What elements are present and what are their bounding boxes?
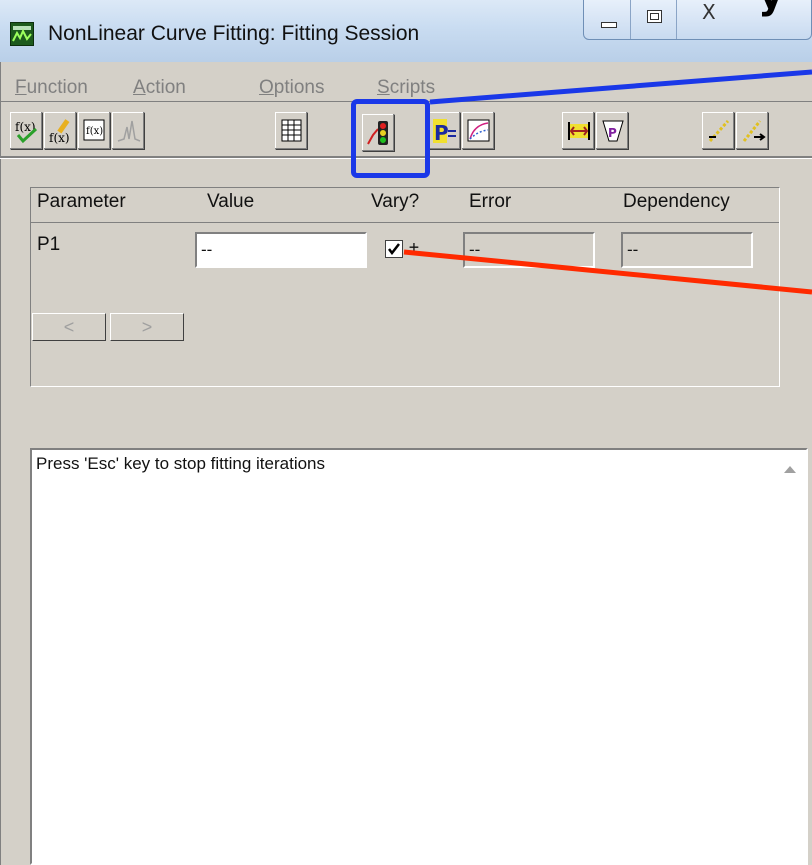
- svg-text:f(x): f(x): [86, 126, 103, 137]
- param-error-field: --: [463, 232, 595, 268]
- weight-button[interactable]: P: [596, 112, 629, 150]
- menu-options-accel: O: [259, 77, 274, 98]
- svg-text:P: P: [434, 121, 449, 145]
- fit-until-converge-icon: [742, 120, 766, 142]
- vary-checkbox[interactable]: [385, 240, 403, 258]
- svg-text:P: P: [608, 126, 617, 140]
- param-dependency-field: --: [621, 232, 753, 268]
- window-title: NonLinear Curve Fitting: Fitting Session: [48, 22, 420, 45]
- app-icon: [10, 22, 34, 46]
- formula-edit-icon: f(x): [49, 119, 70, 145]
- peak-functions-icon: [117, 120, 141, 142]
- message-text: Press 'Esc' key to stop fitting iteratio…: [36, 454, 325, 473]
- maximize-icon: [647, 10, 662, 23]
- menu-action-accel: A: [133, 77, 146, 98]
- formula-check-icon: f(x): [15, 120, 38, 144]
- formula-view-icon: f(x): [83, 119, 105, 141]
- menu-function[interactable]: Function: [15, 77, 88, 99]
- header-divider: [31, 222, 779, 223]
- header-error: Error: [469, 191, 512, 212]
- menu-scripts-rest: cripts: [389, 77, 436, 98]
- header-value: Value: [207, 191, 255, 212]
- maximize-button[interactable]: [631, 0, 677, 39]
- svg-text:f(x): f(x): [15, 120, 36, 134]
- fit-one-iteration-button[interactable]: [702, 112, 735, 150]
- next-page-button[interactable]: >: [110, 313, 184, 341]
- header-vary: Vary?: [371, 191, 420, 212]
- menu-function-accel: F: [15, 77, 27, 98]
- parameters-icon: P: [433, 119, 456, 145]
- fit-range-icon: [568, 122, 590, 140]
- checkmark-icon: [388, 243, 400, 256]
- menu-function-rest: unction: [26, 77, 88, 98]
- param-name: P1: [37, 234, 61, 255]
- minimize-button[interactable]: [584, 0, 631, 39]
- svg-text:f(x): f(x): [49, 131, 70, 145]
- parameter-table: Parameter Value Vary? Error Dependency P…: [30, 187, 780, 387]
- fit-curve-icon: [467, 119, 490, 142]
- menu-action-rest: ction: [145, 77, 186, 98]
- prev-page-button[interactable]: <: [32, 313, 106, 341]
- fit-range-button[interactable]: [562, 112, 595, 150]
- scroll-up-arrow-icon[interactable]: [784, 466, 796, 473]
- title-bar: NonLinear Curve Fitting: Fitting Session…: [0, 0, 812, 63]
- worksheet-icon: [281, 119, 302, 142]
- menu-action[interactable]: Action: [133, 77, 186, 99]
- parameters-button[interactable]: P: [428, 112, 461, 150]
- weight-icon: P: [602, 120, 624, 142]
- header-parameter: Parameter: [37, 191, 126, 212]
- fit-one-iteration-icon: [708, 119, 730, 143]
- peak-functions-button[interactable]: [112, 112, 145, 150]
- highlight-box: [351, 99, 430, 178]
- caption-buttons: X: [583, 0, 812, 40]
- close-button[interactable]: X: [677, 0, 811, 39]
- fit-curve-button[interactable]: [462, 112, 495, 150]
- menu-options-rest: ptions: [273, 77, 325, 98]
- minimize-icon: [601, 22, 617, 28]
- menu-scripts-accel: S: [377, 77, 390, 98]
- close-icon: X: [702, 0, 716, 24]
- message-output: Press 'Esc' key to stop fitting iteratio…: [30, 448, 808, 865]
- menu-options[interactable]: Options: [259, 77, 324, 99]
- menu-bar: Function Action Options Scripts: [1, 73, 812, 101]
- header-dependency: Dependency: [623, 191, 730, 212]
- formula-edit-button[interactable]: f(x): [44, 112, 77, 150]
- menu-scripts[interactable]: Scripts: [377, 77, 435, 99]
- worksheet-button[interactable]: [275, 112, 308, 150]
- fit-until-converge-button[interactable]: [736, 112, 769, 150]
- formula-view-button[interactable]: f(x): [78, 112, 111, 150]
- formula-check-button[interactable]: f(x): [10, 112, 43, 150]
- plus-minus-sign: ±: [409, 238, 419, 258]
- param-value-input[interactable]: --: [195, 232, 367, 268]
